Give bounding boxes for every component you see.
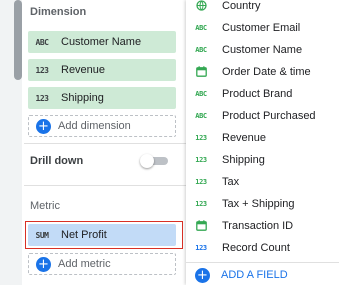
field-label: Order Date & time: [222, 66, 311, 78]
metric-label: Net Profit: [61, 229, 107, 241]
dimension-section-title: Dimension: [30, 6, 87, 18]
sum-aggregation-icon: SUM: [35, 230, 49, 240]
add-metric-button[interactable]: + Add metric: [28, 253, 176, 275]
add-a-field-label: ADD A FIELD: [221, 269, 288, 281]
dimension-label: Customer Name: [61, 36, 142, 48]
plus-icon: +: [36, 118, 51, 134]
scrollbar-thumb[interactable]: [14, 0, 22, 80]
data-panel: Dimension ABC Customer Name 123 Revenue …: [0, 0, 186, 285]
dimension-label: Revenue: [61, 64, 106, 76]
metric-chip-net-profit[interactable]: SUM Net Profit: [28, 224, 176, 246]
field-item-transaction-id[interactable]: Transaction ID: [186, 215, 339, 237]
field-label: Shipping: [222, 154, 265, 166]
number-type-icon: 123: [195, 156, 207, 164]
text-type-icon: ABC: [195, 90, 207, 98]
field-label: Customer Name: [222, 44, 303, 56]
dimension-label: Shipping: [61, 92, 104, 104]
field-item-product-purchased[interactable]: ABC Product Purchased: [186, 105, 339, 127]
field-item-customer-name[interactable]: ABC Customer Name: [186, 39, 339, 61]
field-label: Revenue: [222, 132, 267, 144]
field-label: Transaction ID: [222, 220, 294, 232]
field-label: Country: [222, 0, 261, 12]
field-item-tax[interactable]: 123 Tax: [186, 171, 339, 193]
field-label: Product Brand: [222, 88, 293, 100]
drill-down-label: Drill down: [30, 155, 84, 167]
data-panel-content: Dimension ABC Customer Name 123 Revenue …: [24, 0, 186, 285]
add-dimension-label: Add dimension: [58, 120, 131, 132]
number-type-icon: 123: [195, 244, 207, 252]
divider: [24, 143, 186, 144]
calendar-icon: [186, 65, 216, 79]
field-item-product-brand[interactable]: ABC Product Brand: [186, 83, 339, 105]
dimension-chip-revenue[interactable]: 123 Revenue: [28, 59, 176, 81]
plus-icon: +: [195, 267, 210, 283]
dimension-chip-shipping[interactable]: 123 Shipping: [28, 87, 176, 109]
field-label: Product Purchased: [222, 110, 316, 122]
field-item-order-date-time[interactable]: Order Date & time: [186, 61, 339, 83]
metric-section-title: Metric: [30, 200, 60, 212]
field-label: Tax + Shipping: [222, 198, 295, 210]
divider: [24, 185, 186, 186]
field-item-country[interactable]: Country: [186, 0, 339, 17]
scrollbar-track[interactable]: [0, 0, 22, 285]
text-type-icon: ABC: [195, 112, 207, 120]
number-type-icon: 123: [195, 178, 207, 186]
text-type-icon: ABC: [195, 24, 207, 32]
add-dimension-button[interactable]: + Add dimension: [28, 115, 176, 137]
field-item-customer-email[interactable]: ABC Customer Email: [186, 17, 339, 39]
text-type-icon: ABC: [35, 37, 49, 47]
number-type-icon: 123: [35, 93, 49, 103]
drill-down-toggle-knob[interactable]: [140, 154, 154, 168]
add-metric-label: Add metric: [58, 258, 111, 270]
field-picker-dropdown: Country ABC Customer Email ABC Customer …: [186, 0, 339, 285]
dimension-chip-customer-name[interactable]: ABC Customer Name: [28, 31, 176, 53]
globe-icon: [186, 0, 216, 13]
plus-icon: +: [36, 256, 51, 272]
calendar-icon: [186, 219, 216, 233]
field-label: Tax: [222, 176, 240, 188]
field-item-record-count[interactable]: 123 Record Count: [186, 237, 339, 259]
number-type-icon: 123: [195, 134, 207, 142]
text-type-icon: ABC: [195, 46, 207, 54]
field-label: Customer Email: [222, 22, 301, 34]
number-type-icon: 123: [195, 200, 207, 208]
field-label: Record Count: [222, 242, 290, 254]
add-a-field-button[interactable]: + ADD A FIELD: [186, 262, 339, 285]
number-type-icon: 123: [35, 65, 49, 75]
field-item-shipping[interactable]: 123 Shipping: [186, 149, 339, 171]
field-item-tax-shipping[interactable]: 123 Tax + Shipping: [186, 193, 339, 215]
field-item-revenue[interactable]: 123 Revenue: [186, 127, 339, 149]
